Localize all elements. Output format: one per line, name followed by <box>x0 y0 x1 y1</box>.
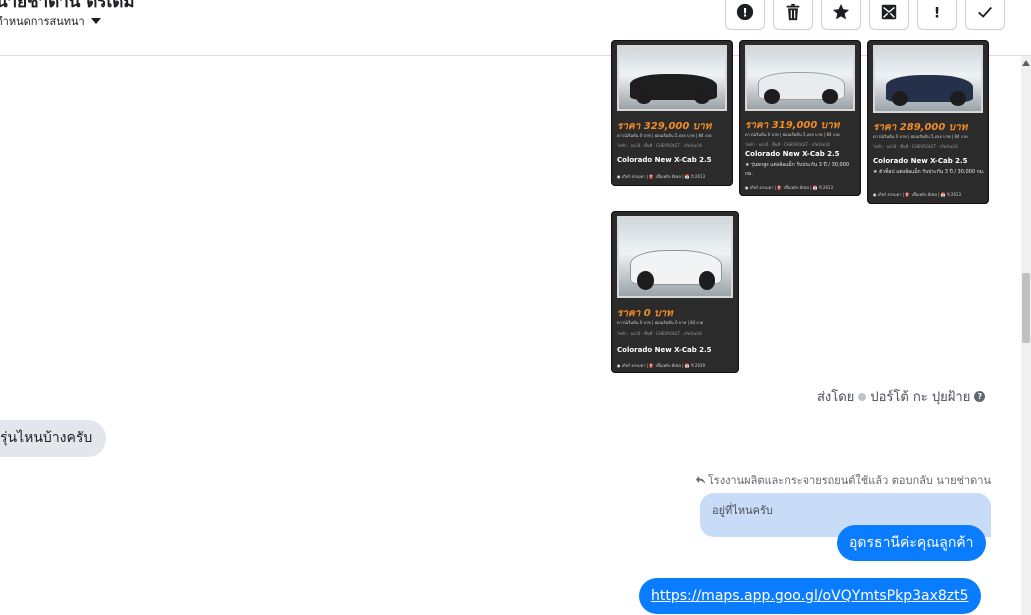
car-model: Colorado New X-Cab 2.5 <box>873 157 968 165</box>
outgoing-message[interactable]: อุดรธานีค่ะคุณลูกค้า <box>837 525 986 561</box>
incoming-message[interactable]: รุ่นไหนบ้างครับ <box>0 420 107 457</box>
alert-circle-icon: ! <box>736 3 754 21</box>
car-photo <box>745 45 855 111</box>
sent-by-name[interactable]: ปอร์โต้ กะ ปุยฝ้าย <box>870 386 970 407</box>
important-button[interactable]: ! <box>917 0 957 30</box>
car-specs: ดาวน์เริ่มต้น 0 บาท | ผ่อนเริ่มต้น 0 บาท… <box>617 320 704 325</box>
delete-button[interactable] <box>773 0 813 30</box>
car-meta: ● เกียร์ ธรรมดา | ⛽ เชื้อเพลิง ดีเซล | 📅… <box>745 185 834 190</box>
trash-icon <box>786 3 800 21</box>
car-photo <box>617 45 727 111</box>
car-tags: ไฟฟ้า · ออโต้ · พื้นที่ · CHEVROLET · เก… <box>745 142 830 147</box>
star-icon <box>832 3 850 20</box>
reply-context-text: โรงงานผลิตและกระจายรถยนต์ใช้แล้ว ตอบกลับ… <box>707 474 991 487</box>
car-specs: ดาวน์เริ่มต้น 0 บาท | ผ่อนเริ่มต้น 5,xxx… <box>745 132 840 137</box>
car-note: ★ ตัวท็อป แต่งล้อแม็ก รับประกัน 3 ปี / 3… <box>873 169 985 175</box>
sent-by-prefix: ส่งโดย <box>817 390 855 405</box>
scroll-up-arrow-icon[interactable] <box>1022 60 1030 66</box>
envelope-open-icon <box>881 4 897 20</box>
car-tags: ไฟฟ้า · ออโต้ · พื้นที่ · CHEVROLET · เก… <box>873 144 958 149</box>
conversation-status-dropdown[interactable]: กำหนดการสนทนา <box>0 12 101 30</box>
reply-arrow-icon <box>695 476 705 484</box>
status-dot-icon <box>858 392 867 401</box>
svg-text:!: ! <box>934 5 941 21</box>
reply-context: โรงงานผลิตและกระจายรถยนต์ใช้แล้ว ตอบกลับ… <box>695 471 991 489</box>
car-photo <box>873 45 983 113</box>
car-card[interactable]: ราคา 319,000 บาท ดาวน์เริ่มต้น 0 บาท | ผ… <box>739 40 861 196</box>
svg-text:!: ! <box>742 6 747 20</box>
car-tags: ไฟฟ้า · ออโต้ · พื้นที่ · CHEVROLET · เก… <box>617 331 702 336</box>
mark-unread-button[interactable] <box>869 0 909 30</box>
car-specs: ดาวน์เริ่มต้น 0 บาท | ผ่อนเริ่มต้น 5,xxx… <box>873 134 968 139</box>
car-model: Colorado New X-Cab 2.5 <box>617 156 712 164</box>
sent-by-line: ส่งโดย ปอร์โต้ กะ ปุยฝ้าย ? <box>817 386 986 407</box>
star-button[interactable] <box>821 0 861 30</box>
car-photo <box>617 216 733 298</box>
scrollbar-thumb[interactable] <box>1022 273 1030 343</box>
car-tags: ไฟฟ้า · ออโต้ · พื้นที่ · CHEVROLET · เก… <box>617 143 702 148</box>
caret-down-icon <box>90 18 101 24</box>
spam-button[interactable]: ! <box>725 0 765 30</box>
car-note: ★ รุ่นยกสูง แต่งล้อแม็ก รับประกัน 3 ปี /… <box>745 162 850 177</box>
car-meta: ● เกียร์ ธรรมดา | ⛽ เชื้อเพลิง ดีเซล | 📅… <box>617 174 706 179</box>
car-model: Colorado New X-Cab 2.5 <box>617 346 712 354</box>
car-card[interactable]: ราคา 0 บาท ดาวน์เริ่มต้น 0 บาท | ผ่อนเริ… <box>611 211 739 373</box>
exclamation-icon: ! <box>934 5 941 21</box>
car-meta: ● เกียร์ ธรรมดา | ⛽ เชื้อเพลิง ดีเซล | 📅… <box>873 192 962 197</box>
car-card[interactable]: ราคา 289,000 บาท ดาวน์เริ่มต้น 0 บาท | ผ… <box>867 40 989 204</box>
car-meta: ● เกียร์ ธรรมดา | ⛽ เชื้อเพลิง ดีเซล | 📅… <box>617 363 706 368</box>
conversation-status-label: กำหนดการสนทนา <box>0 15 85 28</box>
car-model: Colorado New X-Cab 2.5 <box>745 150 840 158</box>
car-card[interactable]: ราคา 329,000 บาท ดาวน์เริ่มต้น 0 บาท | ผ… <box>611 40 733 186</box>
done-button[interactable] <box>965 0 1005 30</box>
help-icon[interactable]: ? <box>974 391 986 402</box>
checkmark-icon <box>978 6 992 18</box>
car-specs: ดาวน์เริ่มต้น 0 บาท | ผ่อนเริ่มต้น 5,xxx… <box>617 133 712 138</box>
outgoing-link-message[interactable]: https://maps.app.goo.gl/oVQYmtsPkp3ax8zt… <box>639 578 981 614</box>
